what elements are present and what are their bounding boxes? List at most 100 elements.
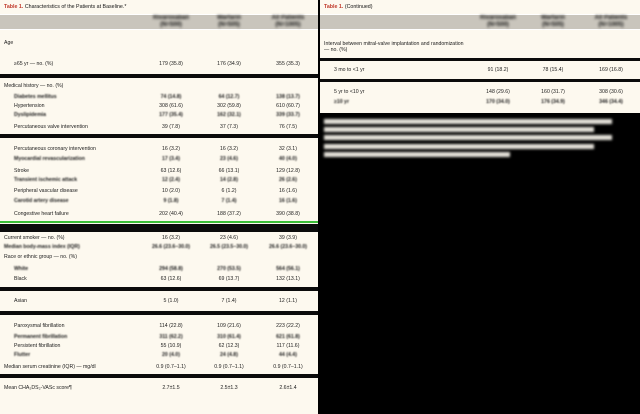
row-label: Hypertension <box>14 103 45 109</box>
table-title: Table 1. Characteristics of the Patients… <box>0 0 318 14</box>
cell-all-patients: 355 (35.3) <box>276 61 300 67</box>
cell-warfarin: 176 (34.9) <box>541 99 565 105</box>
row-label: Stroke <box>14 168 29 174</box>
row-label: 3 mo to <1 yr <box>334 67 365 73</box>
row-label: Mean CHA₂DS₂-VASc score¶ <box>4 385 72 391</box>
footnote-line <box>324 119 612 124</box>
cell-all-patients: 339 (33.7) <box>276 112 300 118</box>
cell-warfarin: 24 (4.8) <box>220 352 238 358</box>
cell-rivaroxaban: 16 (3.2) <box>162 146 180 152</box>
cell-all-patients: 0.9 (0.7–1.1) <box>273 364 303 370</box>
cell-warfarin: 62 (12.3) <box>218 343 240 349</box>
cell-rivaroxaban: 177 (35.4) <box>159 112 183 118</box>
cell-rivaroxaban: 17 (3.4) <box>162 156 180 162</box>
table-caption: Characteristics of the Patients at Basel… <box>24 4 127 10</box>
cell-warfarin: 14 (2.8) <box>220 177 238 183</box>
header-rivaroxaban-continued: Rivaroxaban (N=500) <box>479 15 516 28</box>
cell-all-patients: 129 (12.8) <box>276 168 300 174</box>
cell-all-patients: 117 (11.6) <box>276 343 300 349</box>
row-label: Interval between mitral-valve implantati… <box>324 41 464 53</box>
row-label: Median serum creatinine (IQR) — mg/dl <box>4 364 96 370</box>
row-label: Permanent fibrillation <box>14 334 68 340</box>
cell-warfarin: 7 (1.4) <box>221 298 237 304</box>
cell-warfarin: 78 (15.4) <box>542 67 564 73</box>
cell-all-patients: 610 (60.7) <box>276 103 300 109</box>
table-header: Rivaroxaban (N=500) Warfarin (N=505) All… <box>0 14 318 30</box>
cell-all-patients: 26.6 (23.6–30.0) <box>268 244 308 250</box>
cell-rivaroxaban: 16 (3.2) <box>162 235 180 241</box>
cell-all-patients: 390 (38.8) <box>276 211 300 217</box>
row-label: Transient ischemic attack <box>14 177 78 183</box>
cell-rivaroxaban: 294 (58.8) <box>159 266 183 272</box>
cell-warfarin: 69 (13.7) <box>218 276 240 282</box>
cell-warfarin: 23 (4.6) <box>220 156 238 162</box>
table-footnotes <box>324 119 624 163</box>
cell-warfarin: 109 (21.6) <box>217 323 241 329</box>
cell-rivaroxaban: 55 (10.9) <box>160 343 182 349</box>
cell-warfarin: 2.5±1.3 <box>220 385 238 391</box>
cell-rivaroxaban: 0.9 (0.7–1.1) <box>156 364 186 370</box>
cell-all-patients: 564 (56.1) <box>276 266 300 272</box>
row-label: ≥65 yr — no. (%) <box>14 61 54 67</box>
cell-warfarin: 310 (61.4) <box>217 334 241 340</box>
cell-rivaroxaban: 5 (1.0) <box>163 298 179 304</box>
cell-warfarin: 0.9 (0.7–1.1) <box>214 364 244 370</box>
row-label: Diabetes mellitus <box>14 94 57 100</box>
row-label: Congestive heart failure <box>14 211 69 217</box>
cell-rivaroxaban: 179 (35.8) <box>159 61 183 67</box>
table-title-continued: Table 1. (Continued) <box>320 0 640 14</box>
row-label: Asian <box>14 298 27 304</box>
cell-all-patients: 138 (13.7) <box>276 94 300 100</box>
footnote-line <box>324 135 612 141</box>
row-label: Peripheral vascular disease <box>14 188 78 194</box>
cell-rivaroxaban: 2.7±1.5 <box>162 385 180 391</box>
row-band <box>0 134 318 138</box>
header-warfarin: Warfarin (N=505) <box>216 15 242 28</box>
cell-rivaroxaban: 308 (61.6) <box>159 103 183 109</box>
section-divider <box>0 221 318 223</box>
row-label: Paroxysmal fibrillation <box>14 323 65 329</box>
row-band <box>320 79 640 82</box>
cell-warfarin: 176 (34.9) <box>217 61 241 67</box>
cell-rivaroxaban: 148 (29.6) <box>486 89 510 95</box>
row-label: Carotid artery disease <box>14 198 69 204</box>
row-label: Percutaneous valve intervention <box>14 124 88 130</box>
table-header-continued: Rivaroxaban (N=500) Warfarin (N=505) All… <box>320 14 640 30</box>
baseline-characteristics-table: Table 1. Characteristics of the Patients… <box>0 0 318 414</box>
cell-warfarin: 270 (53.5) <box>217 266 241 272</box>
row-label: Persistent fibrillation <box>14 343 61 349</box>
cell-all-patients: 16 (1.6) <box>279 188 297 194</box>
cell-all-patients: 26 (2.6) <box>279 177 297 183</box>
cell-all-patients: 44 (4.4) <box>279 352 297 358</box>
header-all-patients: All Patients (N=1005) <box>271 15 305 28</box>
cell-warfarin: 37 (7.3) <box>220 124 238 130</box>
row-label: Medical history — no. (%) <box>4 83 64 89</box>
row-label: Dyslipidemia <box>14 112 47 118</box>
cell-warfarin: 162 (32.1) <box>217 112 241 118</box>
row-label: Percutaneous coronary intervention <box>14 146 96 152</box>
cell-rivaroxaban: 20 (4.0) <box>162 352 180 358</box>
cell-all-patients: 346 (34.4) <box>599 99 623 105</box>
cell-rivaroxaban: 9 (1.8) <box>163 198 179 204</box>
continued-table: Table 1. (Continued) Rivaroxaban (N=500)… <box>320 0 640 113</box>
cell-warfarin: 302 (59.8) <box>217 103 241 109</box>
cell-all-patients: 40 (4.0) <box>279 156 297 162</box>
cell-all-patients: 132 (13.1) <box>276 276 300 282</box>
cell-rivaroxaban: 311 (62.2) <box>159 334 183 340</box>
cell-warfarin: 64 (12.7) <box>218 94 240 100</box>
cell-all-patients: 16 (1.6) <box>279 198 297 204</box>
header-warfarin-continued: Warfarin (N=505) <box>540 15 566 28</box>
cell-rivaroxaban: 39 (7.8) <box>162 124 180 130</box>
cell-warfarin: 23 (4.6) <box>220 235 238 241</box>
row-label: ≥10 yr <box>334 99 349 105</box>
cell-all-patients: 76 (7.5) <box>279 124 297 130</box>
cell-all-patients: 169 (16.8) <box>599 67 623 73</box>
row-label: Median body-mass index (IQR) <box>4 244 80 250</box>
cell-rivaroxaban: 63 (12.6) <box>160 168 182 174</box>
row-label: White <box>14 266 29 272</box>
cell-all-patients: 12 (1.1) <box>279 298 297 304</box>
footnote-line <box>324 151 510 157</box>
cell-warfarin: 188 (37.2) <box>217 211 241 217</box>
row-band <box>0 311 318 315</box>
row-label: Black <box>14 276 27 282</box>
